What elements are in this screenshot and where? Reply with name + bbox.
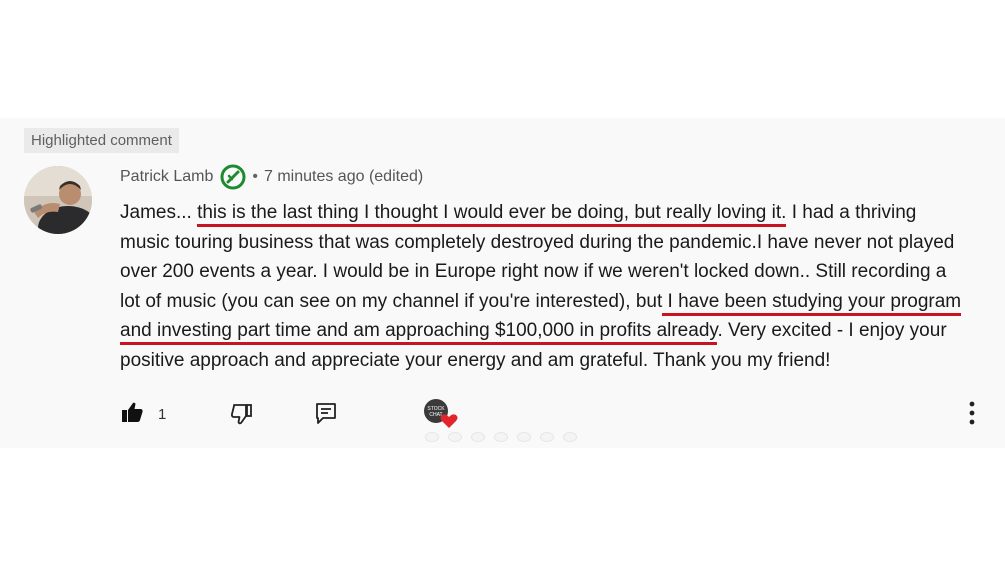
separator-dot: • (252, 168, 258, 185)
faint-dot (425, 432, 439, 442)
verified-badge-icon (220, 164, 246, 190)
underlined-text-segment: this is the last thing I thought I would… (197, 202, 787, 227)
comment-text-segment: lot of music (you can see on my channel … (120, 290, 663, 312)
comment-header: Patrick Lamb • 7 minutes ago (edited) (120, 164, 423, 190)
like-count: 1 (158, 406, 167, 423)
comment-line-5: and investing part time and am approachi… (120, 316, 990, 346)
avatar[interactable] (24, 166, 92, 234)
dislike-button[interactable] (230, 402, 254, 431)
faint-dot (563, 432, 577, 442)
comment-line-3: over 200 events a year. I would be in Eu… (120, 261, 947, 282)
comment-line-6: positive approach and appreciate your en… (120, 349, 831, 371)
comment-text-segment: . Very excited - I enjoy your (717, 320, 947, 341)
faint-carousel-dots (425, 432, 577, 442)
underlined-text-segment: and investing part time and am approachi… (120, 320, 718, 345)
faint-dot (494, 432, 508, 442)
creator-heart-badge: STOCK CHAT (423, 398, 463, 432)
faint-dot (448, 432, 462, 442)
thumbs-up-icon (120, 400, 144, 429)
comment-actions: 1 STOCK CHAT (120, 396, 980, 430)
faint-dot (471, 432, 485, 442)
page: Highlighted comment Patrick Lamb • 7 min… (0, 0, 1005, 566)
more-vertical-icon (967, 400, 977, 431)
heart-icon (440, 414, 458, 428)
comment-line-4: lot of music (you can see on my channel … (120, 287, 990, 317)
comment-text-segment: I had a thriving (786, 202, 917, 223)
comment-text: James... this is the last thing I though… (120, 198, 990, 375)
faint-dot (517, 432, 531, 442)
more-options-button[interactable] (967, 400, 977, 431)
thumbs-down-icon (230, 402, 254, 431)
underlined-text-segment: I have been studying your program (662, 290, 962, 316)
highlighted-comment-badge: Highlighted comment (24, 128, 179, 153)
author-name[interactable]: Patrick Lamb (120, 168, 213, 186)
comment-text-segment: James... (120, 202, 198, 223)
like-button[interactable]: 1 (120, 400, 166, 429)
reply-button[interactable] (314, 401, 338, 430)
reply-icon (314, 401, 338, 430)
faint-dot (540, 432, 554, 442)
comment-line-2: music touring business that was complete… (120, 231, 955, 253)
comment-timestamp[interactable]: 7 minutes ago (edited) (264, 168, 423, 186)
comment-line-1: James... this is the last thing I though… (120, 198, 990, 228)
